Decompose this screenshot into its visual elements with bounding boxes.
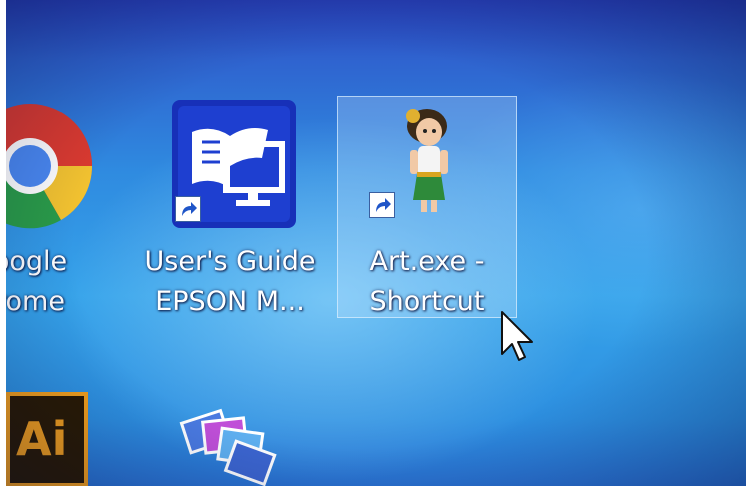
desktop-icon-adobe-illustrator[interactable]: Ai <box>6 392 88 487</box>
epson-label-line-2: EPSON M... <box>155 286 305 317</box>
art-label-line-2: Shortcut <box>369 286 485 317</box>
chrome-label-line-2: rome <box>0 286 65 317</box>
desktop-icon-chrome[interactable]: oogle rome <box>0 96 120 318</box>
photo-frame-bottom <box>0 486 746 493</box>
mouse-pointer-icon <box>501 311 533 361</box>
art-label-line-1: Art.exe - <box>369 246 485 277</box>
shortcut-arrow-icon <box>369 192 395 218</box>
character-icon <box>406 109 448 212</box>
epson-label-line-1: User's Guide <box>144 246 316 277</box>
desktop-icon-art-exe-shortcut[interactable]: Art.exe - Shortcut <box>337 96 517 318</box>
illustrator-icon: Ai <box>6 392 88 487</box>
chrome-label: oogle rome <box>0 242 120 322</box>
chrome-label-line-1: oogle <box>0 246 68 277</box>
desktop-icon-epson-users-guide[interactable]: User's Guide EPSON M... <box>140 96 320 318</box>
desktop-icon-photo-gallery[interactable] <box>170 388 290 488</box>
illustrator-icon-text: Ai <box>16 412 68 466</box>
shortcut-arrow-icon <box>175 196 201 222</box>
chrome-icon <box>0 104 93 229</box>
epson-manual-icon <box>172 100 296 228</box>
photo-frame-left <box>0 0 6 493</box>
desktop[interactable]: oogle rome User's Guide EPSON M... Art.e… <box>0 0 746 493</box>
photo-stack-icon <box>179 408 277 487</box>
epson-label: User's Guide EPSON M... <box>140 242 320 322</box>
art-label: Art.exe - Shortcut <box>337 242 517 322</box>
